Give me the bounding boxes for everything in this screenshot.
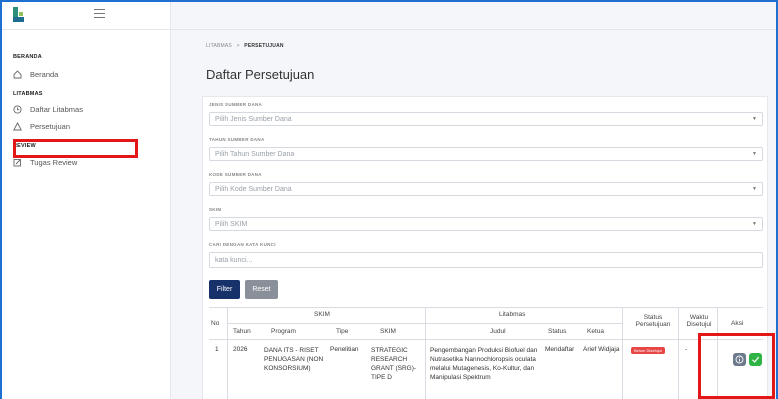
chevron-down-icon: ▼ [752,221,757,227]
chevron-down-icon: ▼ [752,186,757,192]
select-placeholder: Pilih Jenis Sumber Dana [215,116,292,123]
cell-tahun: 2026 [233,346,248,353]
app-logo[interactable] [11,6,27,24]
reset-button[interactable]: Reset [245,280,278,299]
cell-program: DANA ITS - RISET PENUGASAN (NON KONSORSI… [264,347,324,372]
sidebar-item-label: Tugas Review [30,157,78,167]
triangle-icon [13,121,22,131]
cell-skim: STRATEGIC RESEARCH GRANT (SRG)-TIPE D [371,347,417,381]
col-group-litabmas: Litabmas [499,311,526,318]
table-border [678,307,679,399]
section-title-beranda: BERANDA [13,54,42,60]
sidebar-item-label: Beranda [30,69,59,79]
main-content: LITABMAS > PERSETUJUAN Daftar Persetujua… [172,30,776,399]
col-status: Status [548,328,567,335]
kode-sumber-dana-select[interactable]: Pilih Kode Sumber Dana ▼ [209,182,763,196]
select-placeholder: Pilih Tahun Sumber Dana [215,151,295,158]
table-border [622,307,623,399]
col-ketua: Ketua [587,328,604,335]
keyword-label: CARI DENGAN KATA KUNCI [209,242,276,247]
home-icon [13,69,22,79]
table-border [209,307,763,308]
skim-select[interactable]: Pilih SKIM ▼ [209,217,763,231]
col-group-skim: SKIM [314,311,330,318]
col-no: No [211,320,220,327]
col-skim: SKIM [380,328,396,335]
filter-table-card: JENIS SUMBER DANA Pilih Jenis Sumber Dan… [202,96,768,399]
chevron-down-icon: ▼ [752,151,757,157]
cell-waktu: - [685,346,688,353]
breadcrumb: LITABMAS > PERSETUJUAN [206,43,284,49]
keyword-placeholder: kata kunci... [215,257,253,264]
table-border [227,323,622,324]
sidebar-item-label: Daftar Litabmas [30,104,83,114]
col-tipe: Tipe [336,328,349,335]
table-border [209,339,763,340]
col-status-persetujuan: Status Persetujuan [635,314,671,328]
table-border [425,307,426,399]
highlight-action-column [698,333,775,399]
skim-label: SKIM [209,207,222,212]
tahun-sumber-dana-label: TAHUN SUMBER DANA [209,137,265,142]
app-window: BERANDA Beranda LITABMAS Daftar Litabmas… [2,2,776,399]
section-title-litabmas: LITABMAS [13,91,43,97]
col-program: Program [271,328,296,335]
kode-sumber-dana-label: KODE SUMBER DANA [209,172,262,177]
cell-tipe: Penelitian [330,346,359,353]
sidebar-item-label: Persetujuan [30,121,71,131]
cell-ketua: Arief Widjaja [583,346,620,353]
clock-icon [13,104,22,114]
sidebar-item-daftar-litabmas[interactable]: Daftar Litabmas [13,103,83,115]
tahun-sumber-dana-select[interactable]: Pilih Tahun Sumber Dana ▼ [209,147,763,161]
cell-status: Mendaftar [545,346,575,353]
page-title: Daftar Persetujuan [206,67,315,82]
filter-button[interactable]: Filter [209,280,240,299]
col-judul: Judul [490,328,506,335]
select-placeholder: Pilih SKIM [215,221,248,228]
select-placeholder: Pilih Kode Sumber Dana [215,186,292,193]
chevron-down-icon: ▼ [752,116,757,122]
cell-no: 1 [215,346,219,353]
breadcrumb-separator: > [236,43,240,49]
jenis-sumber-dana-select[interactable]: Pilih Jenis Sumber Dana ▼ [209,112,763,126]
cell-judul: Pengembangan Produksi Biofuel dan Nutras… [430,347,538,381]
jenis-sumber-dana-label: JENIS SUMBER DANA [209,102,263,107]
sidebar: BERANDA Beranda LITABMAS Daftar Litabmas… [2,2,171,399]
col-waktu-disetujui: Waktu Disetujui [686,314,712,328]
table-border [227,307,228,399]
highlight-review-section [13,139,138,158]
edit-icon [13,158,22,167]
breadcrumb-current: PERSETUJUAN [244,43,284,49]
sidebar-item-persetujuan[interactable]: Persetujuan [13,120,70,132]
col-aksi: Aksi [731,320,744,327]
sidebar-item-beranda[interactable]: Beranda [13,68,58,80]
menu-toggle-icon[interactable] [94,9,105,18]
col-tahun: Tahun [233,328,251,335]
breadcrumb-parent[interactable]: LITABMAS [206,43,232,49]
keyword-input[interactable]: kata kunci... [209,252,763,268]
status-badge: Belum Disetujui [631,347,665,354]
